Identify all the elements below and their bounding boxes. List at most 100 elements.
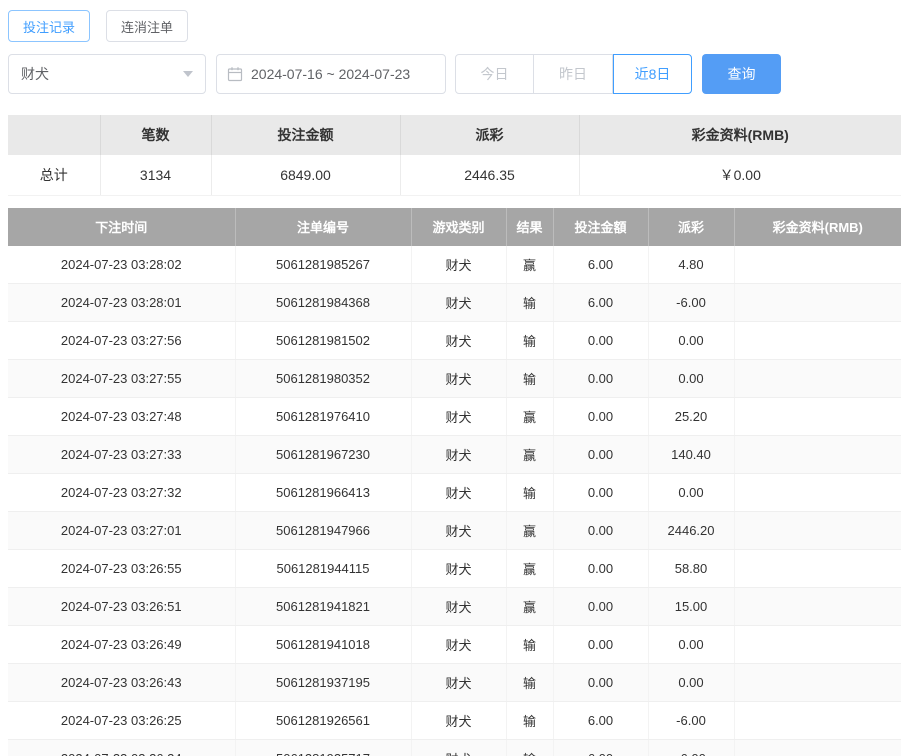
table-row: 2024-07-23 03:26:49 5061281941018 财犬 输 0… <box>8 626 901 664</box>
calendar-icon <box>227 66 243 82</box>
bonus-cell <box>734 284 901 322</box>
summary-header-payout: 派彩 <box>400 115 579 155</box>
summary-total-bet: 6849.00 <box>211 155 400 195</box>
result-cell: 赢 <box>506 588 553 626</box>
bet-amount-link[interactable]: 0.00 <box>553 550 648 588</box>
summary-total-payout: 2446.35 <box>400 155 579 195</box>
summary-table: 笔数 投注金额 派彩 彩金资料(RMB) 总计 3134 6849.00 244… <box>8 115 901 196</box>
bet-time-cell: 2024-07-23 03:27:56 <box>8 322 235 360</box>
bonus-cell <box>734 436 901 474</box>
order-number-cell: 5061281941018 <box>235 626 411 664</box>
payout-cell: 58.80 <box>648 550 734 588</box>
summary-header-row: 笔数 投注金额 派彩 彩金资料(RMB) <box>8 115 901 155</box>
records-header-row: 下注时间 注单编号 游戏类别 结果 投注金額 派彩 彩金资料(RMB) <box>8 208 901 246</box>
result-cell: 赢 <box>506 246 553 284</box>
summary-total-label: 总计 <box>8 155 100 195</box>
bonus-cell <box>734 360 901 398</box>
result-cell: 输 <box>506 322 553 360</box>
order-number-cell: 5061281976410 <box>235 398 411 436</box>
table-row: 2024-07-23 03:27:33 5061281967230 财犬 赢 0… <box>8 436 901 474</box>
order-number-cell: 5061281925717 <box>235 740 411 756</box>
game-type-cell: 财犬 <box>411 398 506 436</box>
bonus-cell <box>734 512 901 550</box>
result-cell: 赢 <box>506 512 553 550</box>
summary-header-bonus: 彩金资料(RMB) <box>579 115 901 155</box>
game-type-cell: 财犬 <box>411 322 506 360</box>
bet-time-cell: 2024-07-23 03:27:55 <box>8 360 235 398</box>
bet-amount-link[interactable]: 0.00 <box>553 360 648 398</box>
bet-time-cell: 2024-07-23 03:27:33 <box>8 436 235 474</box>
query-button[interactable]: 查询 <box>702 54 781 94</box>
header-result: 结果 <box>506 208 553 246</box>
tab-cancelled-orders[interactable]: 连消注单 <box>106 10 188 42</box>
bet-time-cell: 2024-07-23 03:26:49 <box>8 626 235 664</box>
table-row: 2024-07-23 03:27:56 5061281981502 财犬 输 0… <box>8 322 901 360</box>
result-cell: 输 <box>506 284 553 322</box>
game-select[interactable]: 财犬 <box>8 54 206 94</box>
payout-cell: 0.00 <box>648 474 734 512</box>
bet-amount-link[interactable]: 6.00 <box>553 284 648 322</box>
result-cell: 赢 <box>506 550 553 588</box>
summary-header-bet: 投注金额 <box>211 115 400 155</box>
last-8-days-button[interactable]: 近8日 <box>613 54 692 94</box>
bet-time-cell: 2024-07-23 03:28:02 <box>8 246 235 284</box>
bet-time-cell: 2024-07-23 03:26:25 <box>8 702 235 740</box>
result-cell: 输 <box>506 702 553 740</box>
bet-amount-link[interactable]: 6.00 <box>553 702 648 740</box>
bet-time-cell: 2024-07-23 03:26:24 <box>8 740 235 756</box>
game-type-cell: 财犬 <box>411 284 506 322</box>
bet-amount-link[interactable]: 0.00 <box>553 626 648 664</box>
bet-time-cell: 2024-07-23 03:27:01 <box>8 512 235 550</box>
table-row: 2024-07-23 03:26:25 5061281926561 财犬 输 6… <box>8 702 901 740</box>
table-row: 2024-07-23 03:27:32 5061281966413 财犬 输 0… <box>8 474 901 512</box>
summary-total-row: 总计 3134 6849.00 2446.35 ￥0.00 <box>8 155 901 195</box>
header-order-number: 注单编号 <box>235 208 411 246</box>
bet-amount-link[interactable]: 0.00 <box>553 322 648 360</box>
betting-records-page: 投注记录 连消注单 财犬 2024-07-16 ~ 2024-07-23 今日 … <box>0 0 909 756</box>
table-row: 2024-07-23 03:26:24 5061281925717 财犬 输 6… <box>8 740 901 756</box>
bet-amount-link[interactable]: 0.00 <box>553 588 648 626</box>
yesterday-button[interactable]: 昨日 <box>534 54 613 94</box>
result-cell: 赢 <box>506 398 553 436</box>
bet-amount-link[interactable]: 0.00 <box>553 512 648 550</box>
bet-amount-link[interactable]: 0.00 <box>553 398 648 436</box>
payout-cell: 25.20 <box>648 398 734 436</box>
table-row: 2024-07-23 03:28:01 5061281984368 财犬 输 6… <box>8 284 901 322</box>
date-range-picker[interactable]: 2024-07-16 ~ 2024-07-23 <box>216 54 446 94</box>
game-type-cell: 财犬 <box>411 740 506 756</box>
table-row: 2024-07-23 03:28:02 5061281985267 财犬 赢 6… <box>8 246 901 284</box>
table-row: 2024-07-23 03:27:48 5061281976410 财犬 赢 0… <box>8 398 901 436</box>
summary-total-bonus: ￥0.00 <box>579 155 901 195</box>
order-number-cell: 5061281941821 <box>235 588 411 626</box>
order-number-cell: 5061281947966 <box>235 512 411 550</box>
table-row: 2024-07-23 03:27:01 5061281947966 财犬 赢 0… <box>8 512 901 550</box>
bonus-cell <box>734 474 901 512</box>
result-cell: 输 <box>506 626 553 664</box>
today-button[interactable]: 今日 <box>455 54 534 94</box>
order-number-cell: 5061281967230 <box>235 436 411 474</box>
bet-amount-link[interactable]: 0.00 <box>553 436 648 474</box>
tab-betting-records[interactable]: 投注记录 <box>8 10 90 42</box>
bet-amount-link[interactable]: 6.00 <box>553 246 648 284</box>
bonus-cell <box>734 626 901 664</box>
table-row: 2024-07-23 03:26:43 5061281937195 财犬 输 0… <box>8 664 901 702</box>
bet-amount-link[interactable]: 6.00 <box>553 740 648 756</box>
game-type-cell: 财犬 <box>411 246 506 284</box>
bet-amount-link[interactable]: 0.00 <box>553 474 648 512</box>
top-tabs: 投注记录 连消注单 <box>8 10 901 42</box>
result-cell: 输 <box>506 664 553 702</box>
payout-cell: 0.00 <box>648 664 734 702</box>
payout-cell: 4.80 <box>648 246 734 284</box>
table-row: 2024-07-23 03:26:51 5061281941821 财犬 赢 0… <box>8 588 901 626</box>
date-range-value: 2024-07-16 ~ 2024-07-23 <box>251 66 410 82</box>
summary-header-empty <box>8 115 100 155</box>
bet-amount-link[interactable]: 0.00 <box>553 664 648 702</box>
bonus-cell <box>734 398 901 436</box>
payout-cell: 0.00 <box>648 322 734 360</box>
order-number-cell: 5061281981502 <box>235 322 411 360</box>
order-number-cell: 5061281937195 <box>235 664 411 702</box>
bonus-cell <box>734 588 901 626</box>
game-select-value: 财犬 <box>21 64 49 84</box>
bet-time-cell: 2024-07-23 03:26:55 <box>8 550 235 588</box>
result-cell: 输 <box>506 740 553 756</box>
